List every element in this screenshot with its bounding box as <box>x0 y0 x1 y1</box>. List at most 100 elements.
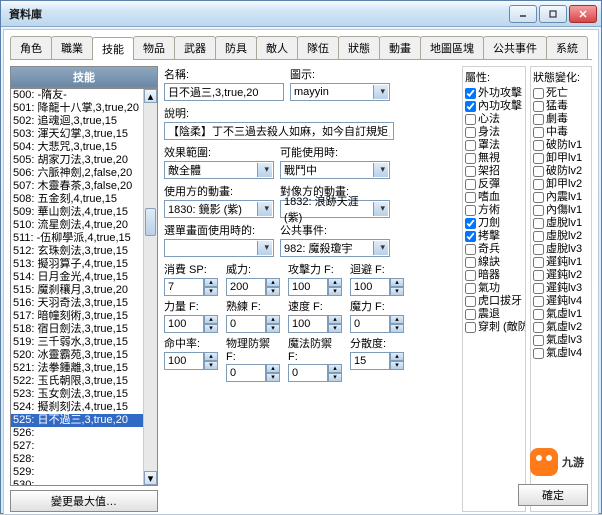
var-input[interactable]: ▴▾ <box>350 352 406 370</box>
list-item[interactable]: 527: <box>11 440 143 453</box>
list-item[interactable]: 520: 冰靈霸苑,3,true,15 <box>11 349 143 362</box>
list-item[interactable]: 519: 三千弱水,3,true,15 <box>11 336 143 349</box>
state-check[interactable]: 虛脫lv3 <box>533 243 589 256</box>
tab-10[interactable]: 地圖區塊 <box>420 36 484 59</box>
dex-input[interactable]: ▴▾ <box>226 315 282 333</box>
attr-check[interactable]: 罩法 <box>465 139 523 152</box>
state-check[interactable]: 內傷lv1 <box>533 204 589 217</box>
list-item[interactable]: 529: <box>11 466 143 479</box>
scroll-down-icon[interactable]: ▾ <box>144 471 157 485</box>
attr-check[interactable]: 穿刺 (敵防減 <box>465 321 523 334</box>
list-item[interactable]: 525: 日不過三,3,true,20 <box>11 414 143 427</box>
str-input[interactable]: ▴▾ <box>164 315 220 333</box>
list-item[interactable]: 509: 華山劍法,4,true,15 <box>11 206 143 219</box>
scroll-up-icon[interactable]: ▴ <box>144 89 157 103</box>
state-check[interactable]: 遲鈍lv4 <box>533 295 589 308</box>
tab-3[interactable]: 物品 <box>133 36 175 59</box>
sp-input[interactable]: ▴▾ <box>164 278 220 296</box>
skill-list[interactable]: 500: ‑隋友‑501: 降龍十八掌,3,true,20502: 追魂迴,3,… <box>10 88 158 486</box>
list-item[interactable]: 511: ‑伍柳學派,4,true,15 <box>11 232 143 245</box>
state-check[interactable]: 氣虛lv4 <box>533 347 589 360</box>
state-check[interactable]: 遲鈍lv2 <box>533 269 589 282</box>
tab-1[interactable]: 職業 <box>51 36 93 59</box>
attr-check[interactable]: 拷擊 <box>465 230 523 243</box>
pdef-input[interactable]: ▴▾ <box>226 364 282 382</box>
tab-11[interactable]: 公共事件 <box>483 36 547 59</box>
list-scrollbar[interactable]: ▴ ▾ <box>143 89 157 485</box>
list-item[interactable]: 505: 胡家刀法,3,true,20 <box>11 154 143 167</box>
tab-7[interactable]: 隊伍 <box>297 36 339 59</box>
attr-check[interactable]: 震退 <box>465 308 523 321</box>
list-item[interactable]: 510: 流星劍法,4,true,20 <box>11 219 143 232</box>
ok-button[interactable]: 確定 <box>518 484 588 506</box>
mdef-input[interactable]: ▴▾ <box>288 364 344 382</box>
state-check[interactable]: 虛脫lv2 <box>533 230 589 243</box>
icon-combo[interactable]: mayyin <box>290 83 390 101</box>
scope-combo[interactable]: 敵全體 <box>164 161 274 179</box>
attr-check[interactable]: 刀劍 <box>465 217 523 230</box>
list-item[interactable]: 502: 追魂迴,3,true,15 <box>11 115 143 128</box>
desc-input[interactable] <box>164 122 394 140</box>
maximize-button[interactable] <box>539 5 567 23</box>
list-item[interactable]: 506: 六脈神劍,2,false,20 <box>11 167 143 180</box>
state-check[interactable]: 遲鈍lv3 <box>533 282 589 295</box>
list-item[interactable]: 521: 法拳鍾離,3,true,15 <box>11 362 143 375</box>
list-item[interactable]: 517: 暗幢刻術,3,true,15 <box>11 310 143 323</box>
tab-2[interactable]: 技能 <box>92 37 134 60</box>
tab-9[interactable]: 動畫 <box>379 36 421 59</box>
attr-check[interactable]: 虎口拔牙 <box>465 295 523 308</box>
state-check[interactable]: 劇毒 <box>533 113 589 126</box>
menu-combo[interactable] <box>164 239 274 257</box>
tab-0[interactable]: 角色 <box>10 36 52 59</box>
common-combo[interactable]: 982: 魔殺瓊宇 <box>280 239 390 257</box>
state-check[interactable]: 卸甲lv2 <box>533 178 589 191</box>
eva-input[interactable]: ▴▾ <box>350 278 406 296</box>
atkf-input[interactable]: ▴▾ <box>288 278 344 296</box>
state-check[interactable]: 破防lv2 <box>533 165 589 178</box>
attr-check[interactable]: 線訣 <box>465 256 523 269</box>
list-item[interactable]: 507: 木靈春茶,3,false,20 <box>11 180 143 193</box>
attr-check[interactable]: 反彈 <box>465 178 523 191</box>
minimize-button[interactable] <box>509 5 537 23</box>
state-check[interactable]: 卸甲lv1 <box>533 152 589 165</box>
list-item[interactable]: 508: 五金刻,4,true,15 <box>11 193 143 206</box>
anim1-combo[interactable]: 1830: 鏡影 (紫) <box>164 200 274 218</box>
list-item[interactable]: 512: 玄珠劍法,3,true,15 <box>11 245 143 258</box>
tab-12[interactable]: 系統 <box>546 36 588 59</box>
attr-check[interactable]: 暗器 <box>465 269 523 282</box>
state-check[interactable]: 氣虛lv1 <box>533 308 589 321</box>
close-button[interactable] <box>569 5 597 23</box>
list-item[interactable]: 528: <box>11 453 143 466</box>
list-item[interactable]: 530: <box>11 479 143 485</box>
state-check[interactable]: 中毒 <box>533 126 589 139</box>
tab-4[interactable]: 武器 <box>174 36 216 59</box>
hit-input[interactable]: ▴▾ <box>164 352 220 370</box>
scroll-thumb[interactable] <box>145 208 156 236</box>
state-check[interactable]: 破防lv1 <box>533 139 589 152</box>
list-item[interactable]: 518: 宿日劍法,3,true,15 <box>11 323 143 336</box>
tab-6[interactable]: 敵人 <box>256 36 298 59</box>
list-item[interactable]: 516: 天羽奇法,3,true,15 <box>11 297 143 310</box>
attr-check[interactable]: 架招 <box>465 165 523 178</box>
state-check[interactable]: 猛毒 <box>533 100 589 113</box>
state-check[interactable]: 氣虛lv3 <box>533 334 589 347</box>
attr-check[interactable]: 身法 <box>465 126 523 139</box>
list-item[interactable]: 503: 渾天幻掌,3,true,15 <box>11 128 143 141</box>
attr-check[interactable]: 嗜血 <box>465 191 523 204</box>
anim2-combo[interactable]: 1832: 浪跡天涯 (紫) <box>280 200 390 218</box>
name-input[interactable] <box>164 83 284 101</box>
list-item[interactable]: 513: 擬羽算子,4,true,15 <box>11 258 143 271</box>
state-check[interactable]: 氣虛lv2 <box>533 321 589 334</box>
attr-check[interactable]: 內功攻擊 <box>465 100 523 113</box>
attr-check[interactable]: 氣功 <box>465 282 523 295</box>
state-check[interactable]: 遲鈍lv1 <box>533 256 589 269</box>
spd-input[interactable]: ▴▾ <box>288 315 344 333</box>
list-item[interactable]: 501: 降龍十八掌,3,true,20 <box>11 102 143 115</box>
state-check[interactable]: 虛脫lv1 <box>533 217 589 230</box>
tab-8[interactable]: 狀態 <box>338 36 380 59</box>
state-check[interactable]: 死亡 <box>533 87 589 100</box>
attr-check[interactable]: 奇兵 <box>465 243 523 256</box>
pow-input[interactable]: ▴▾ <box>226 278 282 296</box>
mag-input[interactable]: ▴▾ <box>350 315 406 333</box>
attr-check[interactable]: 心法 <box>465 113 523 126</box>
